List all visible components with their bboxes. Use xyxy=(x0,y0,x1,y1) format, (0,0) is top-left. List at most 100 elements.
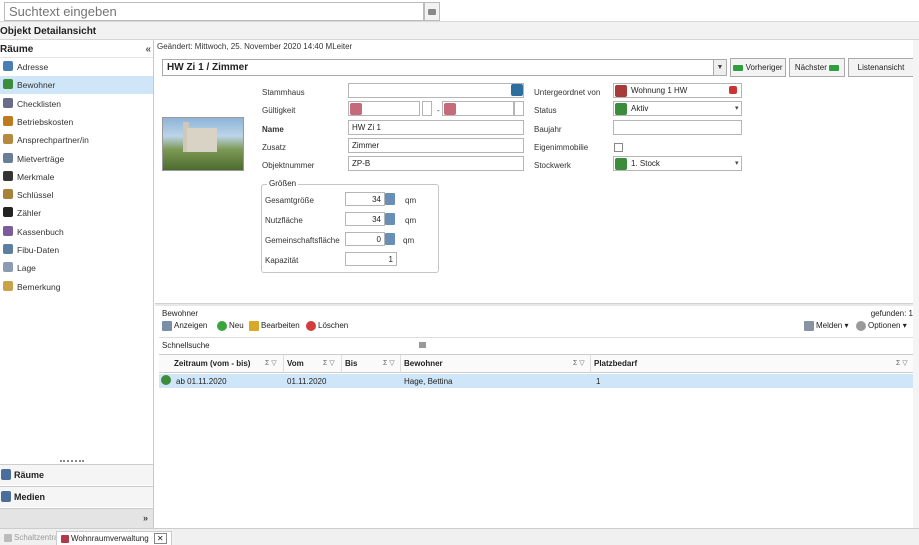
valid-to-dropdown[interactable] xyxy=(514,101,524,116)
calendar-icon[interactable] xyxy=(444,103,456,115)
residents-grid: Zeitraum (vom - bis) Σ ▽ Vom Σ ▽ Bis Σ ▽… xyxy=(159,354,914,504)
collapse-icon[interactable]: « xyxy=(145,44,151,55)
calculator-icon[interactable] xyxy=(385,213,395,225)
sidebar-item-fibu-daten[interactable]: Fibu-Daten xyxy=(0,241,153,259)
column-vom[interactable]: Vom xyxy=(287,359,304,368)
sidebar-item-adresse[interactable]: Adresse xyxy=(0,58,153,76)
checklist-icon xyxy=(3,97,13,108)
quick-search-menu-icon[interactable] xyxy=(419,342,426,348)
costs-icon xyxy=(3,115,13,126)
status-select[interactable]: Aktiv xyxy=(613,101,742,116)
pane-splitter[interactable] xyxy=(60,460,84,463)
object-selector[interactable]: HW Zi 1 / Zimmer xyxy=(162,59,727,76)
document-tabs: Schaltzentrale Wohnraumverwaltung ✕ xyxy=(0,528,919,545)
calculator-icon[interactable] xyxy=(385,233,395,245)
delete-button[interactable]: Löschen xyxy=(306,321,348,331)
chevron-down-icon[interactable]: ▾ xyxy=(735,104,739,112)
stammhaus-field[interactable] xyxy=(348,83,524,98)
next-button[interactable]: Nächster xyxy=(789,58,845,77)
house-icon xyxy=(61,534,69,543)
pane-button-rooms[interactable]: Räume xyxy=(0,464,153,485)
pane-button-label: Räume xyxy=(14,470,45,480)
pane-button-media[interactable]: Medien xyxy=(0,486,153,507)
sidebar-item-label: Adresse xyxy=(17,62,49,72)
tab-wohnraumverwaltung[interactable]: Wohnraumverwaltung ✕ xyxy=(56,531,172,545)
search-input[interactable] xyxy=(4,2,424,21)
gemein-field[interactable]: 0 xyxy=(345,232,385,246)
sidebar-item-merkmale[interactable]: Merkmale xyxy=(0,168,153,186)
gesamt-field[interactable]: 34 xyxy=(345,192,385,206)
sidebar-item-bemerkung[interactable]: Bemerkung xyxy=(0,278,153,296)
location-icon xyxy=(3,262,13,273)
key-icon xyxy=(3,189,13,200)
filter-icon[interactable]: Σ ▽ xyxy=(323,359,335,367)
tab-label: Wohnraumverwaltung xyxy=(71,534,149,543)
sidebar-item-ansprechpartner-in[interactable]: Ansprechpartner/in xyxy=(0,131,153,149)
stockwerk-select[interactable]: 1. Stock xyxy=(613,156,742,171)
cell-vom: 01.11.2020 xyxy=(287,377,327,386)
baujahr-field[interactable] xyxy=(613,120,742,135)
vertical-scrollbar[interactable] xyxy=(913,40,919,528)
unit-label: qm xyxy=(403,236,415,245)
pane-overflow[interactable]: » xyxy=(0,508,153,528)
cell-platz: 1 xyxy=(596,377,601,386)
floor-icon xyxy=(615,158,627,170)
parent-field[interactable]: Wohnung 1 HW xyxy=(613,83,742,98)
sidebar-item-label: Betriebskosten xyxy=(17,116,74,127)
zusatz-field[interactable]: Zimmer xyxy=(348,138,524,153)
options-button[interactable]: Optionen ▾ xyxy=(856,321,907,331)
column-platzbedarf[interactable]: Platzbedarf xyxy=(594,359,637,368)
search-menu-button[interactable] xyxy=(424,2,440,21)
sidebar-item-mietverträge[interactable]: Mietverträge xyxy=(0,150,153,168)
objnr-field[interactable]: ZP-B xyxy=(348,156,524,171)
cell-bewohner: Hage, Bettina xyxy=(404,377,453,386)
sidebar-item-label: Bewohner xyxy=(17,80,56,91)
show-label: Anzeigen xyxy=(174,321,208,331)
chevron-down-icon[interactable]: ▼ xyxy=(713,59,727,76)
pane-button-label: Medien xyxy=(14,492,46,502)
quick-search[interactable]: Schnellsuche xyxy=(159,337,917,353)
calculator-icon[interactable] xyxy=(385,193,395,205)
sidebar-item-checklisten[interactable]: Checklisten xyxy=(0,95,153,113)
list-view-button[interactable]: Listenansicht xyxy=(848,58,914,77)
edit-button[interactable]: Bearbeiten xyxy=(249,321,300,331)
gueltigkeit-label: Gültigkeit xyxy=(262,106,296,115)
name-field[interactable]: HW Zi 1 xyxy=(348,120,524,135)
untergeordnet-label: Untergeordnet von xyxy=(534,88,601,97)
nutz-field[interactable]: 34 xyxy=(345,212,385,226)
chevron-down-icon[interactable]: ▾ xyxy=(735,159,739,167)
filter-icon[interactable]: Σ ▽ xyxy=(573,359,585,367)
show-button[interactable]: Anzeigen xyxy=(162,321,207,331)
sidebar-item-schlüssel[interactable]: Schlüssel xyxy=(0,186,153,204)
valid-from-dropdown[interactable] xyxy=(422,101,432,116)
close-icon[interactable]: ✕ xyxy=(153,533,167,544)
previous-button[interactable]: Vorheriger xyxy=(730,58,786,77)
status-label: Status xyxy=(534,106,557,115)
table-row[interactable]: ab 01.11.2020 01.11.2020 Hage, Bettina 1 xyxy=(159,374,914,388)
sidebar-item-kassenbuch[interactable]: Kassenbuch xyxy=(0,223,153,241)
sidebar-item-label: Lage xyxy=(17,263,36,274)
filter-icon[interactable]: Σ ▽ xyxy=(383,359,395,367)
column-bis[interactable]: Bis xyxy=(345,359,357,368)
filter-icon[interactable]: Σ ▽ xyxy=(896,359,908,367)
sidebar-item-bewohner[interactable]: Bewohner xyxy=(0,76,153,95)
column-zeitraum[interactable]: Zeitraum (vom - bis) xyxy=(174,359,250,368)
calendar-icon[interactable] xyxy=(350,103,362,115)
sidebar-item-zähler[interactable]: Zähler xyxy=(0,204,153,222)
eigen-checkbox[interactable] xyxy=(614,143,623,152)
contact-icon xyxy=(3,134,13,145)
features-icon xyxy=(3,170,13,181)
gemein-label: Gemeinschaftsfläche xyxy=(265,236,340,245)
kapa-field[interactable]: 1 xyxy=(345,252,397,266)
clear-icon[interactable] xyxy=(729,86,737,94)
report-button[interactable]: Melden ▾ xyxy=(804,321,849,331)
left-pane-title: Räume xyxy=(0,44,34,55)
filter-icon[interactable]: Σ ▽ xyxy=(265,359,277,367)
resident-icon xyxy=(161,375,171,385)
pick-house-icon[interactable] xyxy=(511,84,523,96)
column-bewohner[interactable]: Bewohner xyxy=(404,359,443,368)
sidebar-item-lage[interactable]: Lage xyxy=(0,259,153,277)
view-icon xyxy=(162,321,172,331)
sidebar-item-betriebskosten[interactable]: Betriebskosten xyxy=(0,113,153,131)
new-button[interactable]: Neu xyxy=(217,321,244,331)
